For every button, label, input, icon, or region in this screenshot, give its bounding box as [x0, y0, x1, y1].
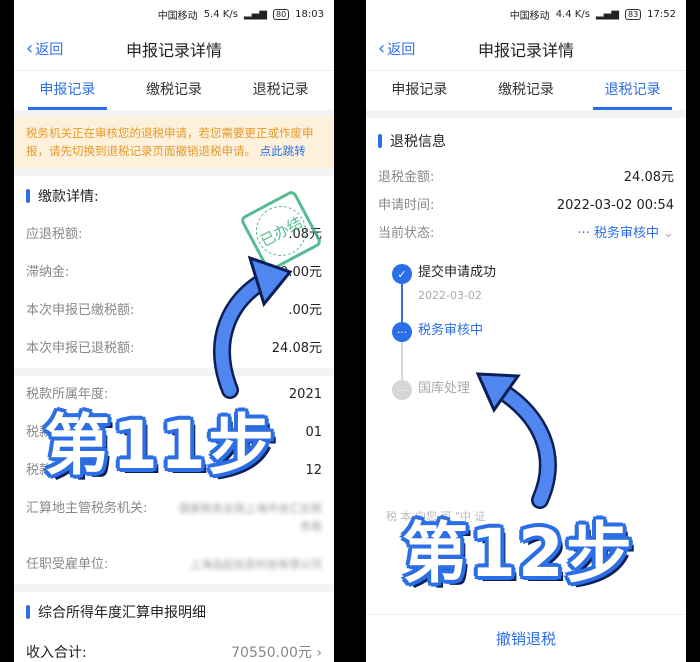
step-12-overlay: 第12步 [402, 515, 634, 592]
clock: 18:03 [295, 8, 324, 20]
refund-row: 申请时间: 2022-03-02 00:54 [366, 192, 686, 220]
tab-declaration-records[interactable]: 申报记录 [366, 71, 473, 110]
row-label: 退税金额: [378, 170, 435, 185]
network-speed: 4.4 K/s [555, 8, 590, 20]
row-label: 滞纳金: [26, 265, 70, 280]
current-status-row[interactable]: 当前状态: ··· 税务审核中 ⌄ [366, 220, 686, 248]
refund-section-title: 退税信息 [390, 134, 446, 150]
carrier-label: 中国移动 [509, 10, 550, 22]
row-label: 应退税额: [26, 227, 83, 242]
row-label: 申请时间: [378, 198, 435, 213]
employer-label: 任职受雇单位: [26, 557, 109, 572]
income-total-row[interactable]: 收入合计: 70550.00元 › [14, 632, 334, 662]
carrier-label: 中国移动 [157, 10, 198, 22]
notice-jump-link[interactable]: 点此跳转 [260, 144, 306, 158]
refund-section-header: 退税信息 [366, 118, 686, 164]
stamp-text: 已办结 [257, 212, 306, 250]
chevron-left-icon: ‹ [26, 38, 34, 59]
clock: 17:52 [647, 8, 676, 20]
tab-refund-records[interactable]: 退税记录 [579, 71, 686, 110]
tab-bar: 申报记录 缴税记录 退税记录 [366, 70, 686, 110]
signal-icon: ▂▄▆ [243, 8, 267, 20]
nav-bar: ‹ 返回 申报记录详情 [366, 28, 686, 70]
authority-label: 汇算地主管税务机关: [26, 501, 148, 516]
step-11-overlay: 第11步 [44, 407, 276, 484]
back-label: 返回 [387, 42, 416, 58]
income-label: 收入合计: [26, 645, 87, 661]
step-title: 税务审核中 [418, 323, 484, 338]
current-status-value: ··· 税务审核中 [577, 226, 659, 241]
battery-icon: 83 [624, 8, 642, 20]
battery-icon: 80 [272, 8, 290, 20]
ellipsis-icon: ··· [392, 322, 412, 342]
status-bar: 中国移动 4.4 K/s ▂▄▆ 83 17:52 [366, 0, 686, 28]
review-notice: 税务机关正在审核您的退税申请，若您需要更正或作废申报，请先切换到退税记录页面撤销… [14, 116, 334, 168]
arrow-up-icon [213, 255, 293, 399]
check-icon: ✓ [392, 264, 412, 284]
section-marker [26, 605, 30, 619]
authority-row: 汇算地主管税务机关: 国家税务总局上海市徐汇区税务局 [14, 490, 334, 546]
page-title: 申报记录详情 [477, 41, 574, 60]
back-button[interactable]: ‹ 返回 [378, 39, 415, 59]
arrow-up-icon [475, 372, 557, 509]
row-value: 2022-03-02 00:54 [556, 198, 674, 213]
tab-payment-records[interactable]: 缴税记录 [121, 71, 228, 110]
row-value: 24.08元 [623, 170, 674, 185]
signal-icon: ▂▄▆ [595, 8, 619, 20]
employer-value: 上海品起信息科技有限公司 [190, 558, 322, 571]
tab-declaration-records[interactable]: 申报记录 [14, 71, 121, 110]
authority-value: 国家税务总局上海市徐汇区税务局 [179, 502, 322, 533]
cancel-refund-button[interactable]: 撤销退税 [366, 614, 686, 662]
page-title: 申报记录详情 [125, 41, 222, 60]
detail-section-title: 综合所得年度汇算申报明细 [38, 605, 206, 621]
section-marker [26, 189, 30, 203]
row-value: 01 [305, 425, 322, 440]
row-label: 本次申报已退税额: [26, 341, 135, 356]
timeline-step: ✓ 提交申请成功 2022-03-02 [386, 258, 686, 316]
chevron-left-icon: ‹ [378, 38, 386, 59]
step-title: 提交申请成功 [418, 265, 497, 280]
tab-refund-records[interactable]: 退税记录 [227, 71, 334, 110]
step-date: 2022-03-02 [418, 289, 482, 302]
section-marker [378, 134, 382, 148]
network-speed: 5.4 K/s [203, 8, 238, 20]
refund-row: 退税金额: 24.08元 [366, 164, 686, 192]
tab-bar: 申报记录 缴税记录 退税记录 [14, 70, 334, 110]
ellipsis-icon: ··· [392, 380, 412, 400]
employer-row: 任职受雇单位: 上海品起信息科技有限公司 [14, 546, 334, 584]
back-label: 返回 [35, 42, 64, 58]
payment-section-title: 缴款详情: [38, 189, 99, 205]
income-value: 70550.00元 [231, 645, 312, 661]
row-label: 本次申报已缴税额: [26, 303, 135, 318]
current-status-label: 当前状态: [378, 226, 435, 241]
annual-detail-card: 综合所得年度汇算申报明细 收入合计: 70550.00元 › [14, 592, 334, 662]
nav-bar: ‹ 返回 申报记录详情 [14, 28, 334, 70]
detail-section-header: 综合所得年度汇算申报明细 [14, 592, 334, 632]
chevron-down-icon: ⌄ [663, 226, 674, 241]
row-value: 12 [305, 463, 322, 478]
status-bar: 中国移动 5.4 K/s ▂▄▆ 80 18:03 [14, 0, 334, 28]
chevron-right-icon: › [316, 645, 322, 661]
back-button[interactable]: ‹ 返回 [26, 39, 63, 59]
tab-payment-records[interactable]: 缴税记录 [473, 71, 580, 110]
